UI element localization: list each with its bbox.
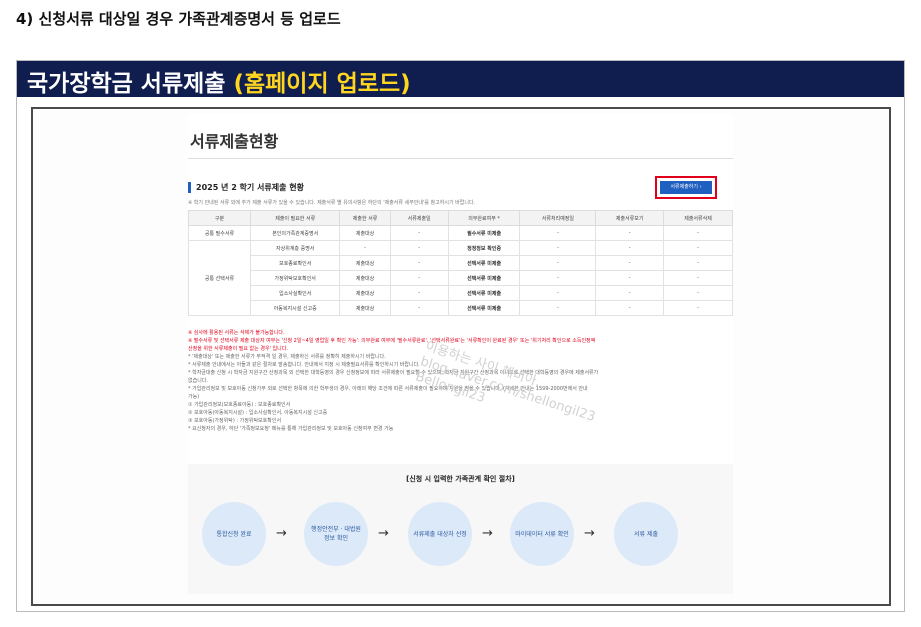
- arrow-right-icon: →: [584, 526, 595, 541]
- table-cell: -: [519, 285, 597, 301]
- process-step-2: 행정안전부 · 대법원 정보 확인: [304, 502, 368, 566]
- table-cell: -: [389, 270, 449, 286]
- table-cell: -: [663, 300, 733, 316]
- table-cell: 선택서류 미제출: [447, 285, 521, 301]
- table-cell: -: [389, 240, 449, 256]
- submit-highlight-box: 서류제출하기 ›: [655, 176, 717, 199]
- table-header: 서류제출일: [389, 210, 449, 226]
- table-cell: 제출대상: [339, 300, 391, 316]
- page-content: 서류제출현황 2025 년 2 학기 서류제출 현황 ※ 학기 안내된 서류 외…: [188, 114, 733, 594]
- table-cell: 제출대상: [339, 255, 391, 271]
- table-row: 보호종료확인서 제출대상 - 선택서류 미제출 - - -: [189, 255, 733, 271]
- table-header: 서류처리예정일: [519, 210, 597, 226]
- page-title: 서류제출현황: [190, 132, 279, 151]
- table-row: 아동복지시설 신고증 제출대상 - 선택서류 미제출 - - -: [189, 300, 733, 316]
- process-step-label: 서류 제출: [634, 530, 658, 538]
- table-cell: 선택서류 미제출: [447, 300, 521, 316]
- process-step-4: 마이데이터 서류 확인: [510, 502, 574, 566]
- note-line: ※ 심사에 활용된 서류는 삭제가 불가능합니다.: [188, 330, 285, 336]
- table-cell: 가정위탁보호확인서: [249, 270, 341, 286]
- table-header: 의무완료여부 *: [447, 210, 521, 226]
- screenshot-frame: 국가장학금 서류제출 (홈페이지 업로드) 서류제출현황 2025 년 2 학기…: [16, 60, 905, 612]
- table-cell: 제출대상: [339, 270, 391, 286]
- process-step-label: 마이데이터 서류 확인: [515, 530, 569, 538]
- note-line: ① 가입관리정보(보호종료아동) : 보호종료확인서: [188, 402, 291, 408]
- table-cell: -: [519, 225, 597, 241]
- table-cell: 보호종료확인서: [249, 255, 341, 271]
- table-cell: -: [595, 285, 665, 301]
- banner-title-accent: (홈페이지 업로드): [233, 71, 411, 97]
- process-step-label: 서류제출 대상자 선정: [413, 530, 467, 538]
- table-cell: 공통 선택서류: [188, 240, 251, 316]
- banner-title-main: 국가장학금 서류제출: [27, 71, 234, 97]
- table-cell: -: [595, 225, 665, 241]
- note-line: ※ 필수서류 및 선택서류 제출 대상자 여부는 '신청 2일~4일 영업일 후…: [188, 338, 596, 344]
- table-cell: -: [663, 255, 733, 271]
- note-line: ③ 보호아동(가정위탁) : 가정위탁보호확인서: [188, 418, 282, 424]
- table-cell: 공통 필수서류: [188, 225, 251, 241]
- table-row: 입소사실확인서 제출대상 - 선택서류 미제출 - - -: [189, 285, 733, 301]
- table-cell: 아동복지시설 신고증: [249, 300, 341, 316]
- table-cell: -: [595, 240, 665, 256]
- table-cell: -: [519, 240, 597, 256]
- table-cell: -: [389, 285, 449, 301]
- table-cell: 자상위계층 증명서: [249, 240, 341, 256]
- table-cell: -: [519, 270, 597, 286]
- table-header: 구분: [188, 210, 251, 226]
- table-header: 제출서류보기: [595, 210, 665, 226]
- process-step-1: 통합신청 완료: [202, 502, 266, 566]
- table-header: 제출서류삭제: [663, 210, 733, 226]
- table-cell: 선택서류 미제출: [447, 255, 521, 271]
- table-row: 가정위탁보호확인서 제출대상 - 선택서류 미제출 - - -: [189, 270, 733, 286]
- section-note: ※ 학기 안내된 서류 외에 추가 제출 서류가 있을 수 있습니다. 제출서류…: [188, 200, 476, 206]
- banner-title: 국가장학금 서류제출 (홈페이지 업로드): [27, 64, 411, 98]
- title-divider: [188, 158, 733, 159]
- table-cell: -: [595, 255, 665, 271]
- process-step-label: 행정안전부 · 대법원 정보 확인: [311, 526, 361, 542]
- note-line: * 요신청자의 경우, 하단 '가족정보요청' 메뉴를 통해 가입관리정보 및 …: [188, 426, 394, 432]
- table-row: 공통 선택서류 자상위계층 증명서 - - 정정정보 확인중 - - -: [188, 240, 733, 316]
- table-cell: -: [389, 300, 449, 316]
- table-cell: -: [595, 270, 665, 286]
- table-cell: -: [389, 255, 449, 271]
- banner: 국가장학금 서류제출 (홈페이지 업로드): [17, 61, 904, 97]
- table-cell: -: [663, 240, 733, 256]
- table-header-row: 구분 제출이 필요한 서류 제출한 서류 서류제출일 의무완료여부 * 서류처리…: [188, 210, 733, 226]
- process-step-3: 서류제출 대상자 선정: [408, 502, 472, 566]
- table-cell: -: [519, 255, 597, 271]
- table-cell: -: [663, 270, 733, 286]
- table-cell: -: [339, 240, 391, 256]
- note-line: ② 보호아동(아동복지시설) : 입소사실확인서, 아동복지시설 신고증: [188, 410, 328, 416]
- step-heading: 4) 신청서류 대상일 경우 가족관계증명서 등 업로드: [16, 10, 341, 28]
- arrow-right-icon: →: [378, 526, 389, 541]
- table-cell: 필수서류 미제출: [447, 225, 521, 241]
- table-cell: -: [663, 285, 733, 301]
- table-cell: -: [389, 225, 449, 241]
- table-cell: -: [519, 300, 597, 316]
- process-step-label: 통합신청 완료: [216, 530, 252, 538]
- table-cell: 본인의가족관계증명서: [249, 225, 341, 241]
- table-header: 제출이 필요한 서류: [249, 210, 341, 226]
- table-cell: 정정정보 확인중: [447, 240, 521, 256]
- process-title: [신청 시 입력한 가족관계 확인 절차]: [406, 475, 515, 483]
- documents-table: 구분 제출이 필요한 서류 제출한 서류 서류제출일 의무완료여부 * 서류처리…: [188, 210, 733, 316]
- arrow-right-icon: →: [482, 526, 493, 541]
- table-header: 제출한 서류: [339, 210, 391, 226]
- table-row: 공통 필수서류 본인의가족관계증명서 제출대상 - 필수서류 미제출 - - -: [188, 225, 733, 241]
- arrow-right-icon: →: [276, 526, 287, 541]
- process-step-5: 서류 제출: [614, 502, 678, 566]
- table-cell: -: [595, 300, 665, 316]
- table-cell: 제출대상: [339, 225, 391, 241]
- embedded-page-screenshot: 서류제출현황 2025 년 2 학기 서류제출 현황 ※ 학기 안내된 서류 외…: [31, 107, 891, 606]
- table-cell: 제출대상: [339, 285, 391, 301]
- process-panel: [신청 시 입력한 가족관계 확인 절차] 통합신청 완료 → 행정안전부 · …: [188, 464, 733, 594]
- table-cell: 입소사실확인서: [249, 285, 341, 301]
- table-cell: -: [663, 225, 733, 241]
- submit-documents-button[interactable]: 서류제출하기 ›: [660, 181, 712, 194]
- table-cell: 선택서류 미제출: [447, 270, 521, 286]
- section-title: 2025 년 2 학기 서류제출 현황: [188, 182, 304, 193]
